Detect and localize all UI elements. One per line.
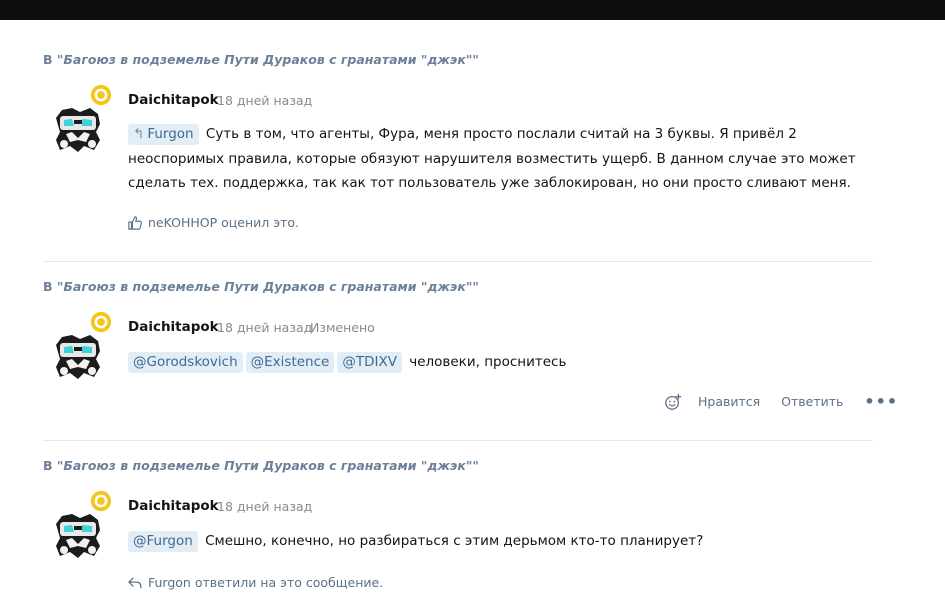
reply-summary[interactable]: Furgon ответили на это сообщение. <box>128 575 383 590</box>
post-time[interactable]: 18 дней назад <box>217 93 312 108</box>
thumbs-up-icon <box>128 215 142 230</box>
reply-button[interactable]: Ответить <box>781 394 843 409</box>
avatar[interactable] <box>50 496 106 552</box>
post-time[interactable]: 18 дней назад <box>217 320 312 335</box>
add-reaction-icon[interactable] <box>664 393 682 411</box>
mention-tag[interactable]: @TDIXV <box>337 352 402 373</box>
divider <box>43 261 873 262</box>
author-name[interactable]: Daichitapok <box>128 319 219 335</box>
post-time[interactable]: 18 дней назад <box>217 499 312 514</box>
post-actions: Нравится Ответить ••• <box>664 392 898 411</box>
post-text: человеки, проснитесь <box>409 354 567 370</box>
reaction-summary[interactable]: neKOHHOP оценил это. <box>128 215 299 230</box>
mention-tag[interactable]: @Furgon <box>128 531 198 552</box>
more-options-button[interactable]: ••• <box>864 392 898 411</box>
post-body: @Furgon Смешно, конечно, но разбираться … <box>128 529 873 554</box>
author-name[interactable]: Daichitapok <box>128 92 219 108</box>
post-body: @Gorodskovich @Existence @TDIXV человеки, … <box>128 350 873 375</box>
post-text: Суть в том, что агенты, Фура, меня прост… <box>128 126 856 191</box>
top-bar <box>0 0 945 20</box>
badge-icon <box>90 84 112 106</box>
like-button[interactable]: Нравится <box>698 394 760 409</box>
avatar[interactable] <box>50 317 106 373</box>
thread-link[interactable]: В "Багоюз в подземелье Пути Дураков с гр… <box>43 458 479 473</box>
reply-arrow-icon <box>128 576 142 588</box>
avatar[interactable] <box>50 90 106 146</box>
divider <box>43 440 873 441</box>
mention-tag[interactable]: @Existence <box>245 352 335 373</box>
badge-icon <box>90 490 112 512</box>
post-body: ↰ Furgon Суть в том, что агенты, Фура, ме… <box>128 122 873 196</box>
thread-link[interactable]: В "Багоюз в подземелье Пути Дураков с гр… <box>43 279 479 294</box>
badge-icon <box>90 311 112 333</box>
author-name[interactable]: Daichitapok <box>128 498 219 514</box>
quote-tag[interactable]: ↰ Furgon <box>128 124 199 145</box>
reply-arrow-icon: ↰ <box>133 126 145 142</box>
mention-tag[interactable]: @Gorodskovich <box>128 352 243 373</box>
thread-link[interactable]: В "Багоюз в подземелье Пути Дураков с гр… <box>43 52 479 67</box>
post-text: Смешно, конечно, но разбираться с этим д… <box>205 533 704 549</box>
edited-label: Изменено <box>310 320 375 335</box>
